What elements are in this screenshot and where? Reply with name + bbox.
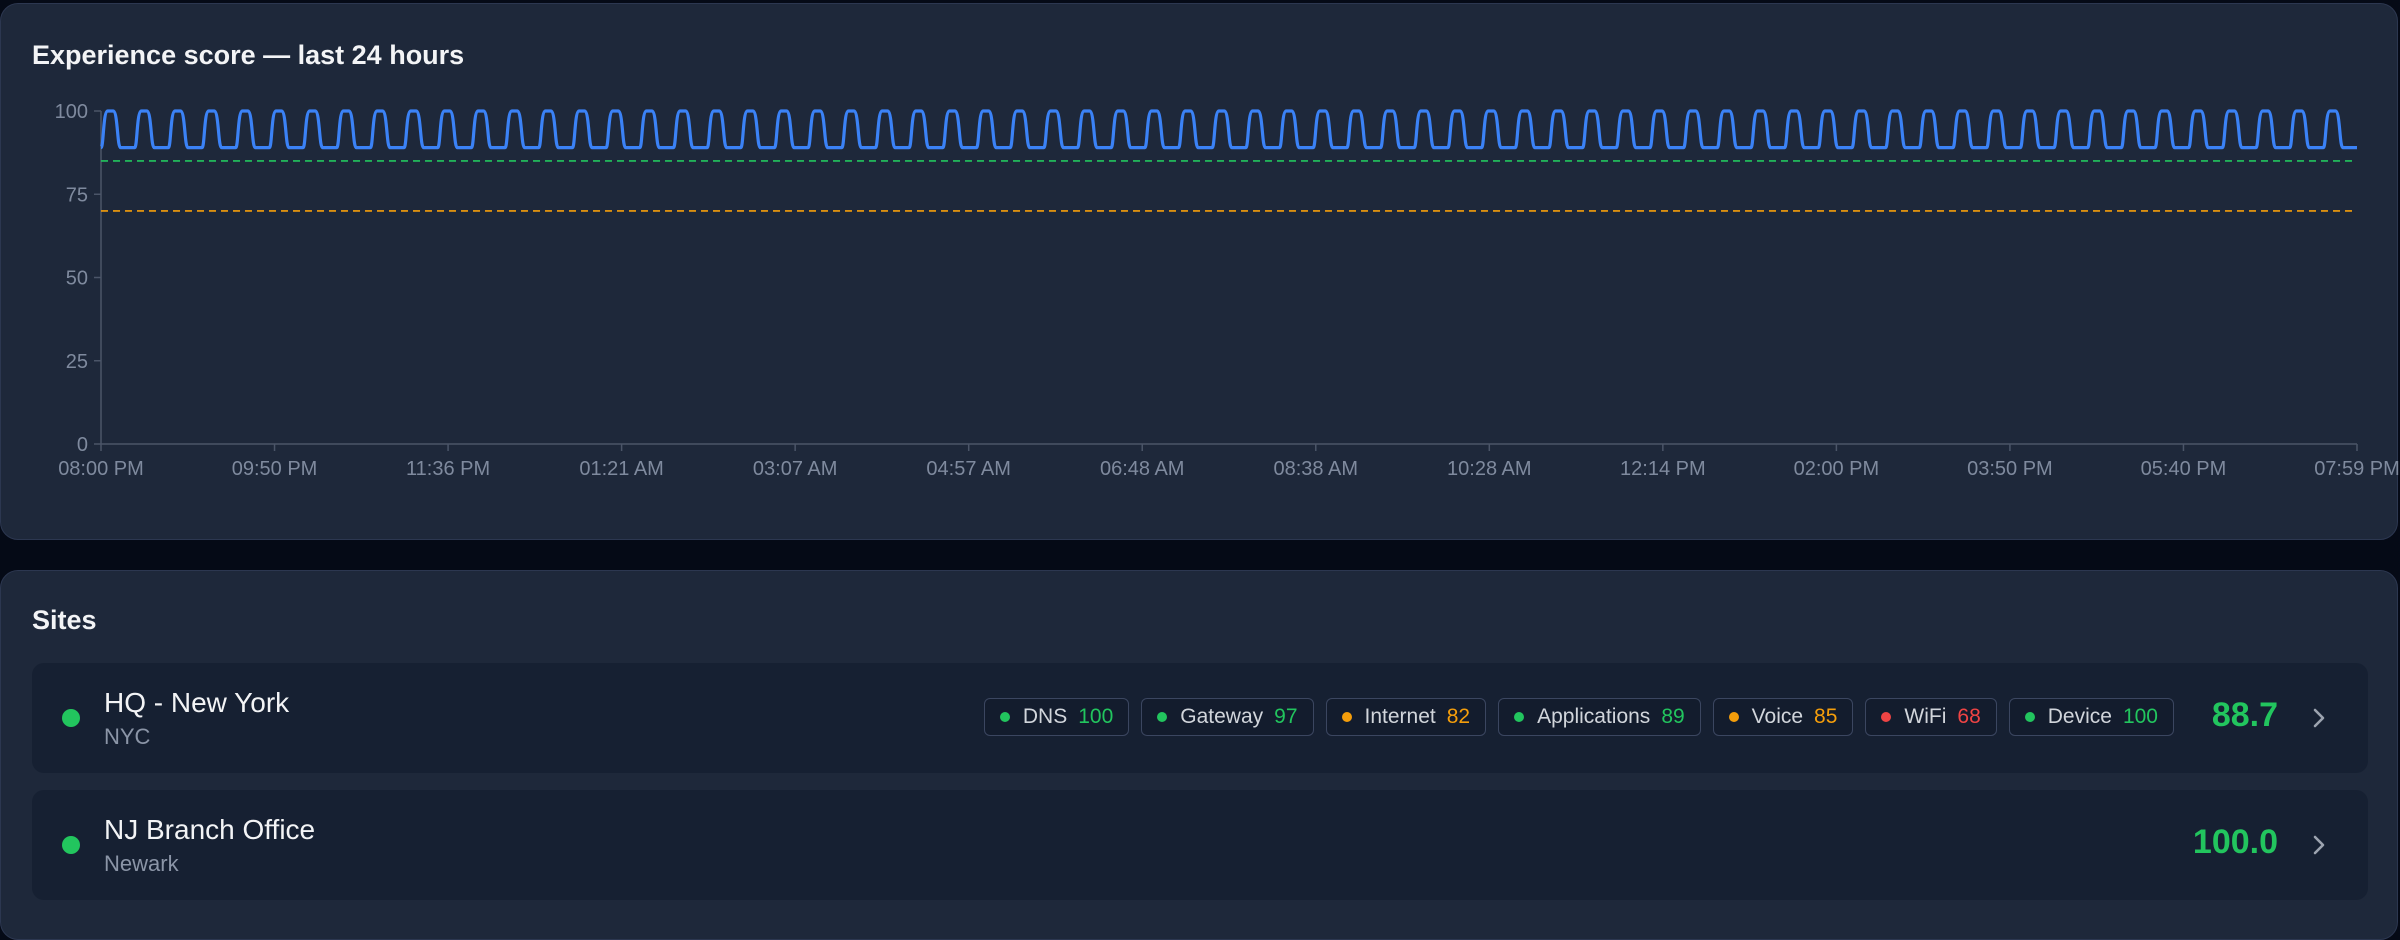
x-tick-label: 11:36 PM bbox=[406, 458, 490, 480]
site-row-nj-branch-office[interactable]: NJ Branch Office Newark 100.0 bbox=[32, 790, 2368, 900]
site-row-hq-new-york[interactable]: HQ - New York NYC DNS 100 Gateway 97 Interne… bbox=[32, 663, 2368, 773]
x-tick-label: 12:14 PM bbox=[1620, 458, 1706, 480]
metric-label: Applications bbox=[1537, 705, 1651, 728]
site-name: NJ Branch Office bbox=[104, 814, 316, 845]
metric-status-dot bbox=[2024, 712, 2035, 722]
y-tick-label: 25 bbox=[66, 351, 88, 373]
y-tick-label: 50 bbox=[66, 268, 88, 290]
metric-value: 68 bbox=[1957, 705, 1981, 728]
x-tick-label: 09:50 PM bbox=[232, 458, 318, 480]
site-score: 88.7 bbox=[2211, 696, 2278, 734]
y-tick-label: 75 bbox=[66, 184, 88, 206]
site-status-dot bbox=[62, 836, 80, 854]
metric-status-dot bbox=[1514, 712, 1525, 722]
site-name: HQ - New York bbox=[104, 687, 290, 718]
metric-status-dot bbox=[1728, 712, 1739, 722]
x-tick-label: 01:21 AM bbox=[579, 458, 664, 480]
metric-status-dot bbox=[999, 712, 1010, 722]
experience-score-chart: 0 25 50 75 100 08:00 PM 09:50 PM 11:36 PM 01:21… bbox=[55, 101, 2399, 480]
metric-chip-internet: Internet 82 bbox=[1325, 698, 1487, 736]
metric-value: 85 bbox=[1814, 705, 1838, 728]
metric-chip-gateway: Gateway 97 bbox=[1141, 698, 1314, 736]
metric-status-dot bbox=[1157, 712, 1168, 722]
metric-label: Gateway bbox=[1180, 705, 1264, 728]
metric-label: DNS bbox=[1022, 705, 1068, 728]
y-tick-label: 100 bbox=[55, 101, 88, 123]
metric-label: Internet bbox=[1364, 705, 1436, 728]
x-tick-label: 06:48 AM bbox=[1100, 458, 1185, 480]
x-tick-label: 08:38 AM bbox=[1274, 458, 1359, 480]
site-metrics: DNS 100 Gateway 97 Internet 82 Applications 89 V… bbox=[983, 698, 2174, 736]
y-tick-label: 0 bbox=[77, 434, 88, 456]
x-tick-label: 02:00 PM bbox=[1794, 458, 1880, 480]
metric-value: 82 bbox=[1446, 705, 1471, 728]
metric-chip-voice: Voice 85 bbox=[1712, 698, 1854, 736]
metric-chip-dns: DNS 100 bbox=[983, 698, 1130, 736]
site-city: Newark bbox=[104, 851, 179, 876]
x-tick-label: 07:59 PM bbox=[2314, 458, 2399, 480]
metric-value: 97 bbox=[1274, 705, 1298, 728]
metric-value: 100 bbox=[1078, 705, 1114, 728]
site-status-dot bbox=[62, 709, 80, 727]
x-tick-label: 03:07 AM bbox=[753, 458, 838, 480]
sites-card: Sites HQ - New York NYC DNS 100 Gateway 97 I… bbox=[0, 570, 2398, 940]
x-tick-label: 05:40 PM bbox=[2141, 458, 2227, 480]
metric-label: Device bbox=[2047, 705, 2112, 728]
metric-chip-applications: Applications 89 bbox=[1498, 698, 1701, 736]
site-score: 100.0 bbox=[2192, 823, 2278, 861]
metric-label: Voice bbox=[1751, 705, 1804, 728]
metric-chip-device: Device 100 bbox=[2008, 698, 2174, 736]
x-tick-label: 03:50 PM bbox=[1967, 458, 2053, 480]
experience-score-card: Experience score — last 24 hours 0 25 50 75… bbox=[0, 3, 2399, 540]
metric-status-dot bbox=[1341, 712, 1352, 722]
metric-value: 100 bbox=[2122, 705, 2158, 728]
x-tick-label: 04:57 AM bbox=[926, 458, 1011, 480]
metric-chip-wifi: WiFi 68 bbox=[1865, 698, 1997, 736]
x-tick-label: 10:28 AM bbox=[1447, 458, 1532, 480]
sites-title: Sites bbox=[32, 605, 97, 635]
metric-value: 89 bbox=[1661, 705, 1685, 728]
x-tick-label: 08:00 PM bbox=[58, 458, 144, 480]
metric-status-dot bbox=[1881, 712, 1892, 722]
chevron-right-icon[interactable] bbox=[2308, 707, 2330, 729]
site-city: NYC bbox=[104, 724, 151, 749]
metric-label: WiFi bbox=[1904, 705, 1947, 728]
chevron-right-icon[interactable] bbox=[2308, 834, 2330, 856]
score-series-line bbox=[99, 109, 2357, 150]
